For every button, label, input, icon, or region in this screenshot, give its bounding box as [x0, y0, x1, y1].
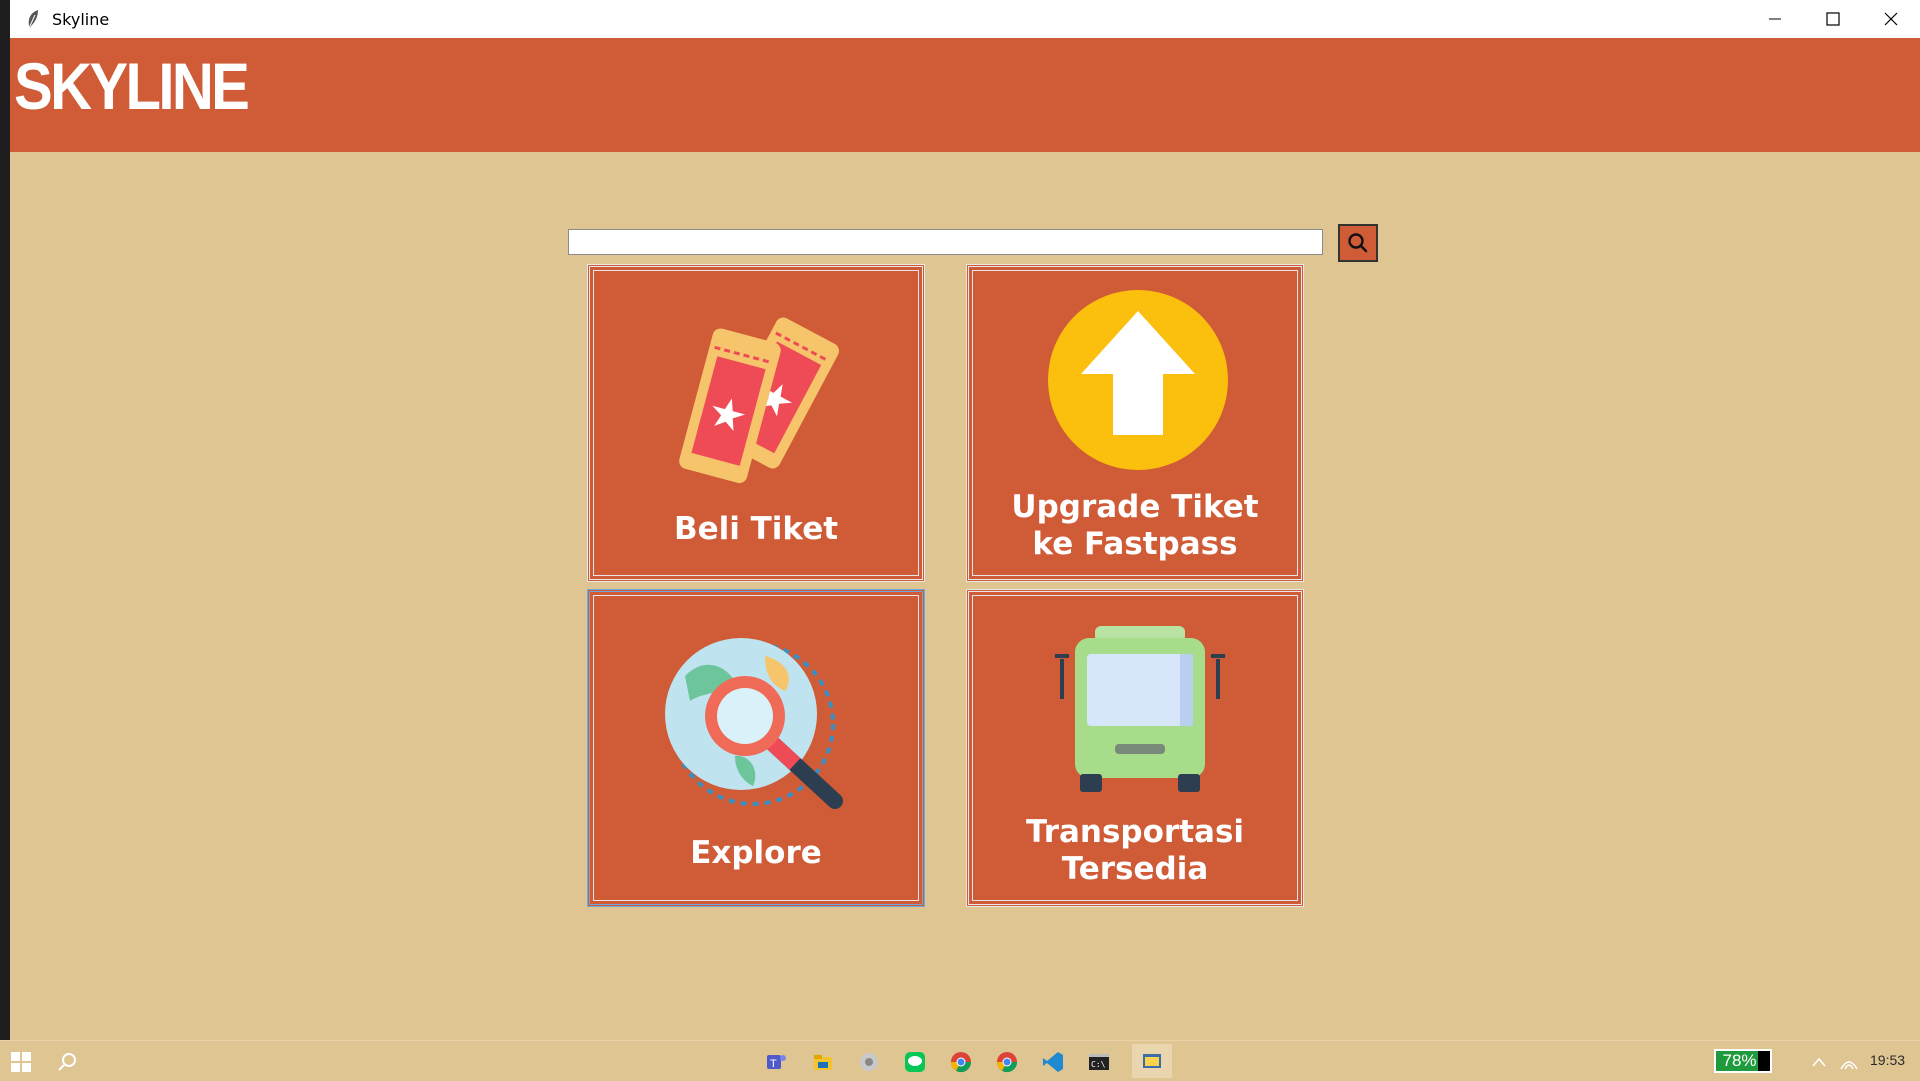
chrome-profile-icon[interactable] — [994, 1049, 1020, 1075]
tile-beli-tiket[interactable]: Beli Tiket — [587, 264, 925, 582]
tickets-icon — [679, 317, 839, 484]
tile-label: Beli Tiket — [673, 511, 839, 547]
globe-magnifier-icon — [665, 638, 843, 809]
wifi-icon[interactable] — [1836, 1049, 1862, 1075]
close-button[interactable] — [1862, 0, 1920, 38]
title-bar: Skyline — [10, 0, 1920, 38]
chrome-icon[interactable] — [948, 1049, 974, 1075]
tile-label-line2: ke Fastpass — [1032, 526, 1238, 562]
search-button[interactable] — [1338, 224, 1378, 262]
windows-start-icon[interactable] — [8, 1049, 34, 1075]
app-header: SKYLINE — [10, 38, 1920, 152]
tile-label-line2: Tersedia — [1061, 851, 1209, 887]
chevron-up-icon[interactable] — [1806, 1049, 1832, 1075]
line-app-icon[interactable] — [902, 1049, 928, 1075]
svg-text:T: T — [770, 1058, 777, 1070]
tile-label: Explore — [690, 835, 822, 871]
search-input[interactable] — [568, 229, 1323, 255]
battery-indicator: 78% — [1714, 1049, 1772, 1073]
tile-transportasi[interactable]: Transportasi Tersedia — [966, 589, 1304, 907]
app-logo: SKYLINE — [14, 49, 250, 123]
python-app-icon[interactable] — [1132, 1044, 1172, 1078]
feather-icon — [22, 8, 44, 30]
tile-label-line1: Upgrade Tiket — [1011, 489, 1259, 525]
minimize-button[interactable] — [1746, 0, 1804, 38]
vscode-icon[interactable] — [1040, 1049, 1066, 1075]
tile-upgrade-fastpass[interactable]: Upgrade Tiket ke Fastpass — [966, 264, 1304, 582]
taskbar: T C:\ — [0, 1040, 1920, 1081]
tile-explore[interactable]: Explore — [587, 589, 925, 907]
search-icon — [1348, 233, 1368, 253]
maximize-button[interactable] — [1804, 0, 1862, 38]
teams-icon[interactable]: T — [763, 1049, 789, 1075]
battery-percent: 78% — [1722, 1051, 1757, 1070]
window-title: Skyline — [52, 9, 110, 29]
settings-app-icon[interactable] — [856, 1049, 882, 1075]
terminal-icon[interactable]: C:\ — [1086, 1049, 1112, 1075]
search-icon[interactable] — [54, 1049, 80, 1075]
app-window: Skyline SKYLINE Beli Tiket Upgrade Tiket… — [10, 0, 1920, 1040]
clock: 19:53 — [1870, 1052, 1906, 1068]
bus-icon — [1055, 626, 1225, 792]
tile-label-line1: Transportasi — [1025, 814, 1245, 850]
upload-arrow-icon — [1048, 290, 1228, 470]
svg-text:C:\: C:\ — [1091, 1060, 1106, 1069]
file-explorer-icon[interactable] — [810, 1049, 836, 1075]
